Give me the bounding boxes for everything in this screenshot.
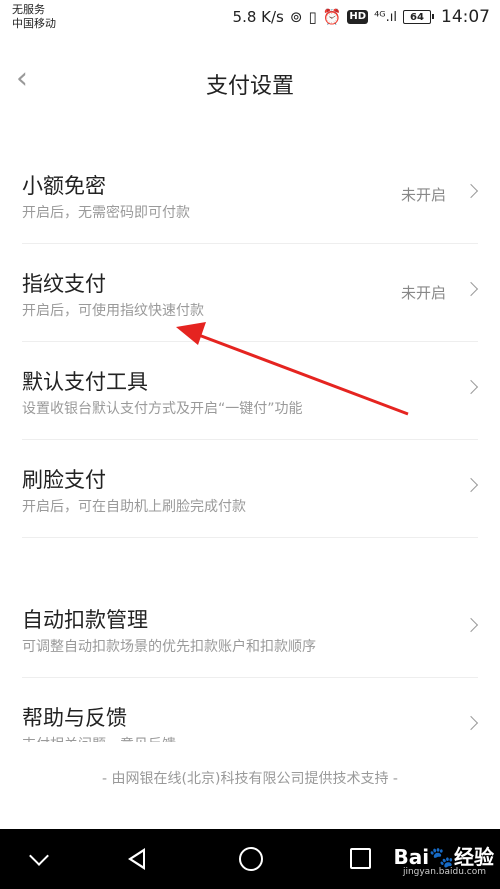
watermark-url: jingyan.baidu.com bbox=[402, 867, 486, 877]
baidu-jingyan-watermark: Bai🐾经验 bbox=[393, 845, 495, 869]
annotation-arrow-shaft bbox=[195, 332, 409, 416]
annotation-arrow-icon bbox=[176, 322, 409, 416]
annotation-arrow-head bbox=[176, 322, 206, 345]
nav-recents-icon[interactable] bbox=[350, 848, 371, 869]
nav-back-icon-inner bbox=[132, 852, 143, 866]
system-navigation-bar: Bai🐾经验 jingyan.baidu.com bbox=[0, 829, 500, 889]
collapse-chevron-icon[interactable] bbox=[29, 846, 49, 866]
nav-home-icon[interactable] bbox=[239, 847, 263, 871]
